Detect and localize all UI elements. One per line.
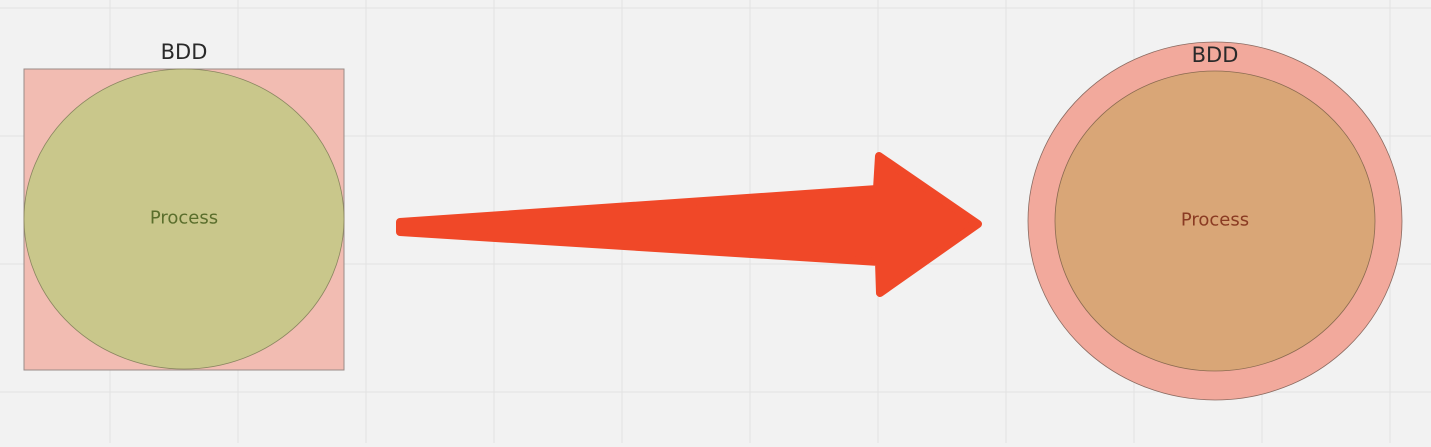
before-inner-label: Process bbox=[149, 207, 219, 229]
transition-arrow bbox=[396, 152, 982, 297]
diagram-canvas: BDD Process BDD Process bbox=[0, 0, 1431, 443]
after-container-label: BDD bbox=[1191, 43, 1239, 67]
after-inner-label: Process bbox=[1180, 209, 1250, 231]
before-container-label: BDD bbox=[160, 40, 208, 64]
